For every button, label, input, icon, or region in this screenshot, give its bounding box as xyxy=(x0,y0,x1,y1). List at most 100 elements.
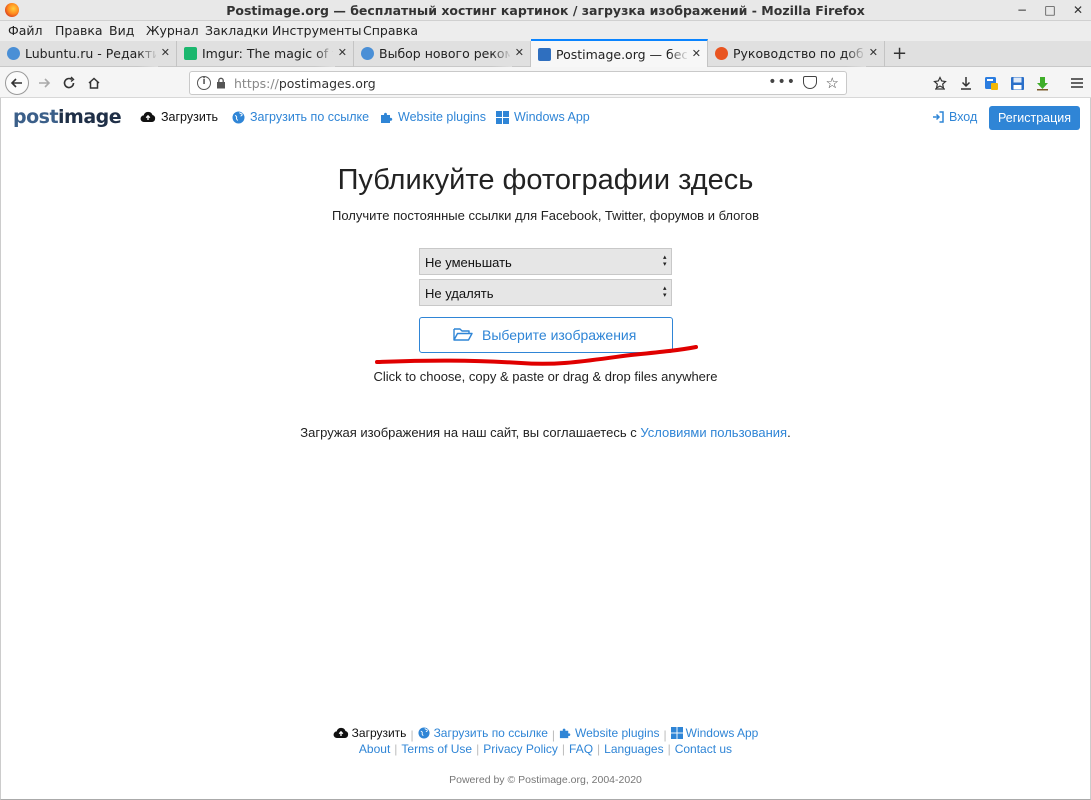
postimage-favicon-icon xyxy=(538,48,551,61)
tab-fade xyxy=(846,41,866,67)
terms-of-use-link[interactable]: Условиями пользования xyxy=(640,425,787,440)
download-arrow-green-icon[interactable] xyxy=(1032,72,1052,94)
footer-faq-link[interactable]: FAQ xyxy=(569,742,593,756)
footer-languages-link[interactable]: Languages xyxy=(604,742,663,756)
window-title: Postimage.org — бесплатный хостинг карти… xyxy=(226,3,865,18)
footer-nav: Загрузить | Загрузить по ссылке | Websit… xyxy=(1,726,1090,742)
footer-about-link[interactable]: About xyxy=(359,742,390,756)
footer-windows-app-link[interactable]: Windows App xyxy=(670,726,758,740)
maximize-button[interactable]: □ xyxy=(1043,2,1057,18)
menu-bookmarks[interactable]: Закладки xyxy=(205,23,268,38)
nav-upload-link[interactable]: Загрузить xyxy=(140,110,218,124)
logo-part-b: image xyxy=(58,106,122,128)
forward-button[interactable] xyxy=(33,72,55,94)
nav-windows-app-label: Windows App xyxy=(514,110,590,124)
separator: | xyxy=(394,742,398,756)
reload-button[interactable] xyxy=(58,72,80,94)
url-host: postimages.org xyxy=(278,76,376,91)
library-star-icon[interactable] xyxy=(930,72,950,94)
red-annotation-underline xyxy=(375,345,698,366)
windows-logo-icon xyxy=(496,110,509,124)
postimage-logo[interactable]: postimage xyxy=(13,106,122,128)
cloud-upload-icon xyxy=(140,111,156,123)
navigation-toolbar: i https://postimages.org ••• ☆ xyxy=(0,67,1091,98)
imgur-favicon-icon xyxy=(184,47,197,60)
choose-images-button[interactable]: Выберите изображения xyxy=(419,317,673,353)
menu-tools[interactable]: Инструменты xyxy=(272,23,361,38)
nav-plugins-link[interactable]: Website plugins xyxy=(380,110,486,124)
puzzle-icon xyxy=(559,728,571,739)
extension-puzzle-icon[interactable] xyxy=(981,72,1001,94)
menu-history[interactable]: Журнал xyxy=(146,23,199,38)
save-floppy-icon[interactable] xyxy=(1007,72,1027,94)
tab-label: Lubuntu.ru - Редактирование xyxy=(25,46,156,61)
expire-select[interactable]: Не удалять ▴ ▾ xyxy=(419,279,672,306)
separator: | xyxy=(551,728,556,742)
footer-contact-link[interactable]: Contact us xyxy=(675,742,732,756)
lock-icon xyxy=(217,77,225,89)
powered-by-text: Powered by © Postimage.org, 2004-2020 xyxy=(449,774,642,786)
tab-postimage[interactable]: Postimage.org — бесплатный ✕ xyxy=(531,39,708,67)
tab-close-icon[interactable]: ✕ xyxy=(869,46,878,59)
menu-bar: Файл Правка Вид Журнал Закладки Инструме… xyxy=(0,21,1091,41)
tab-close-icon[interactable]: ✕ xyxy=(338,46,347,59)
separator: | xyxy=(476,742,480,756)
lubuntu-favicon-icon xyxy=(361,47,374,60)
new-tab-button[interactable]: + xyxy=(892,43,907,64)
tab-close-icon[interactable]: ✕ xyxy=(515,46,524,59)
pocket-icon[interactable] xyxy=(803,76,817,89)
select-arrows-icon: ▴ ▾ xyxy=(663,285,667,299)
menu-help[interactable]: Справка xyxy=(363,23,418,38)
drop-hint-text: Click to choose, copy & paste or drag & … xyxy=(373,369,718,384)
arrow-right-icon xyxy=(39,78,51,88)
hero-title: Публикуйте фотографии здесь xyxy=(337,164,754,196)
tab-close-icon[interactable]: ✕ xyxy=(161,46,170,59)
close-window-button[interactable]: ✕ xyxy=(1071,2,1085,18)
resize-select-value: Не уменьшать xyxy=(425,255,512,270)
home-button[interactable] xyxy=(83,72,105,94)
menu-view[interactable]: Вид xyxy=(109,23,134,38)
footer-plugins-link[interactable]: Website plugins xyxy=(559,726,660,740)
info-icon[interactable]: i xyxy=(197,76,211,90)
resize-select[interactable]: Не уменьшать ▴ ▾ xyxy=(419,248,672,275)
page-viewport: postimage Загрузить Загрузить по ссылке … xyxy=(0,98,1091,800)
nav-login-link[interactable]: Вход xyxy=(932,110,977,124)
tab-fade xyxy=(492,41,512,67)
tab-guide[interactable]: Руководство по добавлению ✕ xyxy=(708,41,885,67)
separator: | xyxy=(597,742,601,756)
footer-upload-url-link[interactable]: Загрузить по ссылке xyxy=(418,726,548,740)
minimize-button[interactable]: − xyxy=(1015,2,1029,18)
tab-label: Postimage.org — бесплатный xyxy=(556,47,687,62)
tab-lubuntu[interactable]: Lubuntu.ru - Редактирование ✕ xyxy=(0,41,177,67)
footer-upload-label: Загрузить xyxy=(351,726,407,740)
nav-upload-url-link[interactable]: Загрузить по ссылке xyxy=(232,110,369,124)
globe-icon xyxy=(232,111,245,123)
tab-recommended[interactable]: Выбор нового рекомендованного ✕ xyxy=(354,41,531,67)
cloud-upload-icon xyxy=(333,727,348,739)
separator: | xyxy=(410,728,414,742)
globe-icon xyxy=(418,727,430,739)
tab-imgur[interactable]: Imgur: The magic of the Internet ✕ xyxy=(177,41,354,67)
url-text[interactable]: https://postimages.org xyxy=(234,76,376,91)
nav-windows-app-link[interactable]: Windows App xyxy=(496,110,590,124)
back-button[interactable] xyxy=(5,71,29,95)
register-button[interactable]: Регистрация xyxy=(989,106,1080,130)
menu-file[interactable]: Файл xyxy=(8,23,43,38)
footer-upload-link[interactable]: Загрузить xyxy=(333,726,407,740)
bookmark-star-icon[interactable]: ☆ xyxy=(826,74,839,92)
menu-edit[interactable]: Правка xyxy=(55,23,103,38)
downloads-icon[interactable] xyxy=(956,72,976,94)
hamburger-menu-icon[interactable] xyxy=(1067,72,1087,94)
footer-privacy-link[interactable]: Privacy Policy xyxy=(483,742,558,756)
windows-logo-icon xyxy=(670,727,683,739)
address-bar[interactable]: i https://postimages.org ••• ☆ xyxy=(189,71,847,95)
expire-select-value: Не удалять xyxy=(425,286,494,301)
tab-fade xyxy=(315,41,335,67)
choose-images-label: Выберите изображения xyxy=(482,327,637,343)
reload-icon xyxy=(63,76,75,89)
footer-terms-link[interactable]: Terms of Use xyxy=(401,742,472,756)
page-actions-menu-icon[interactable]: ••• xyxy=(768,74,796,90)
tab-label: Imgur: The magic of the Internet xyxy=(202,46,333,61)
terms-notice: Загружая изображения на наш сайт, вы сог… xyxy=(1,425,1090,440)
tab-close-icon[interactable]: ✕ xyxy=(692,47,701,60)
